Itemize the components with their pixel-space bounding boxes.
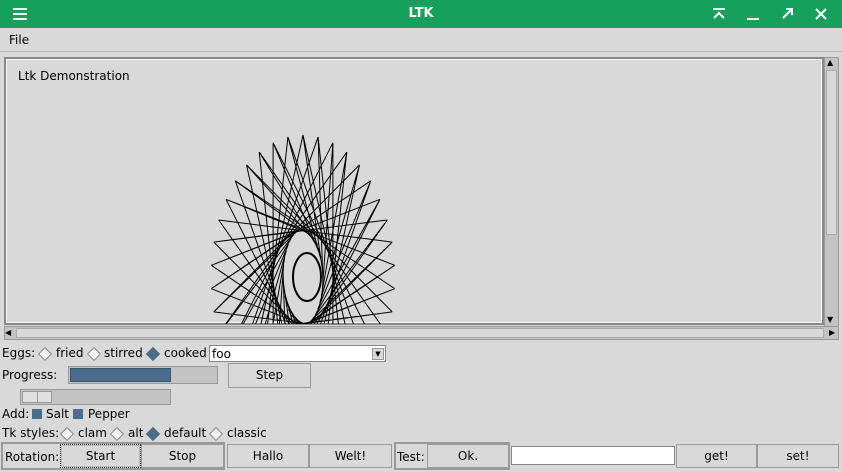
start-button[interactable]: Start xyxy=(60,444,141,468)
checkbox-pepper[interactable] xyxy=(73,409,83,419)
spirograph-center xyxy=(292,252,322,302)
progress-fill xyxy=(70,368,171,382)
eggs-label: Eggs: xyxy=(2,346,36,360)
add-label: Add: xyxy=(2,407,30,421)
ok-button[interactable]: Ok. xyxy=(427,444,509,468)
radio-fried[interactable] xyxy=(37,346,53,362)
combobox-value[interactable]: foo xyxy=(212,347,231,361)
radio-alt[interactable] xyxy=(109,426,125,442)
radio-classic[interactable] xyxy=(208,426,224,442)
radio-alt-label[interactable]: alt xyxy=(128,426,143,440)
progress-label: Progress: xyxy=(2,368,58,382)
get-button[interactable]: get! xyxy=(676,444,757,468)
horizontal-scroll-thumb[interactable] xyxy=(16,328,824,338)
rotation-label: Rotation: xyxy=(5,450,60,464)
eggs-combobox[interactable]: foo ▼ xyxy=(209,345,386,362)
radio-stirred[interactable] xyxy=(86,346,102,362)
scroll-down-icon[interactable]: ▼ xyxy=(827,315,833,325)
radio-cooked[interactable] xyxy=(145,346,161,362)
scroll-left-icon[interactable]: ◀ xyxy=(5,328,11,338)
checkbox-salt[interactable] xyxy=(32,409,42,419)
stop-button[interactable]: Stop xyxy=(141,444,224,468)
vertical-scroll-thumb[interactable] xyxy=(826,70,837,235)
vertical-scrollbar[interactable]: ▲ ▼ xyxy=(824,57,839,327)
radio-classic-label[interactable]: classic xyxy=(227,426,267,440)
set-button[interactable]: set! xyxy=(757,444,839,468)
progress-bar xyxy=(68,366,218,384)
scale-slider-handle[interactable] xyxy=(22,391,52,403)
checkbox-salt-label[interactable]: Salt xyxy=(46,407,69,421)
keep-above-icon[interactable] xyxy=(709,4,729,24)
step-button[interactable]: Step xyxy=(228,363,311,388)
radio-clam[interactable] xyxy=(59,426,75,442)
test-label: Test: xyxy=(397,450,425,464)
maximize-icon[interactable] xyxy=(777,4,797,24)
radio-default-label[interactable]: default xyxy=(164,426,206,440)
menu-bar: File xyxy=(0,28,842,52)
menu-file[interactable]: File xyxy=(9,33,29,47)
welt-button[interactable]: Welt! xyxy=(309,444,392,468)
radio-clam-label[interactable]: clam xyxy=(78,426,107,440)
minimize-icon[interactable] xyxy=(743,4,763,24)
test-entry-field[interactable] xyxy=(511,446,675,465)
demo-canvas[interactable]: Ltk Demonstration xyxy=(4,57,824,325)
combobox-dropdown-icon[interactable]: ▼ xyxy=(372,348,384,360)
radio-fried-label[interactable]: fried xyxy=(56,346,84,360)
title-bar: LTK xyxy=(0,0,842,28)
hallo-button[interactable]: Hallo xyxy=(227,444,309,468)
radio-default[interactable] xyxy=(145,426,161,442)
close-icon[interactable] xyxy=(811,4,831,24)
scale-slider[interactable] xyxy=(20,389,171,405)
checkbox-pepper-label[interactable]: Pepper xyxy=(88,407,130,421)
scroll-up-icon[interactable]: ▲ xyxy=(827,58,833,68)
tk-styles-label: Tk styles: xyxy=(2,426,60,440)
radio-cooked-label[interactable]: cooked xyxy=(164,346,207,360)
horizontal-scrollbar[interactable]: ◀ ▶ xyxy=(4,326,839,340)
spirograph-drawing xyxy=(211,134,395,324)
scroll-right-icon[interactable]: ▶ xyxy=(829,328,835,338)
radio-stirred-label[interactable]: stirred xyxy=(104,346,143,360)
